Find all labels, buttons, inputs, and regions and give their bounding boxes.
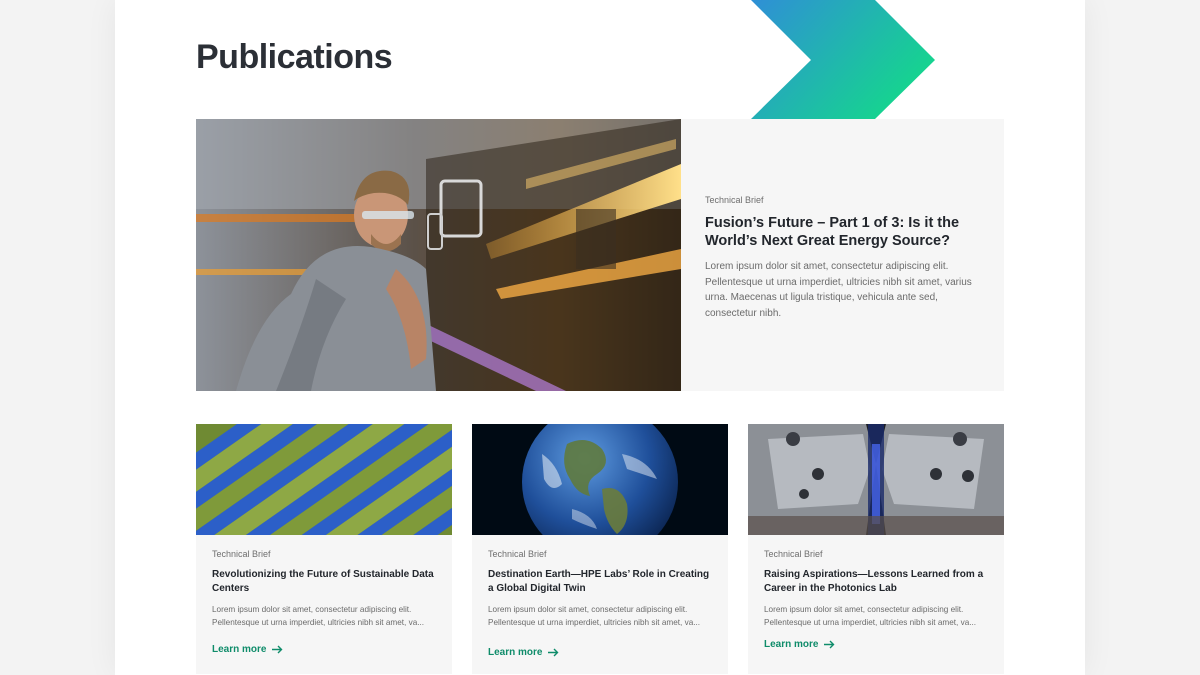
publication-card[interactable]: Technical Brief Raising Aspirations—Less… (748, 424, 1004, 674)
learn-more-label: Learn more (212, 644, 267, 655)
earth-globe-photo (472, 424, 728, 535)
publication-cards: Technical Brief Revolutionizing the Futu… (196, 424, 1004, 674)
card-description: Lorem ipsum dolor sit amet, consectetur … (764, 604, 988, 629)
publication-card[interactable]: Technical Brief Revolutionizing the Futu… (196, 424, 452, 674)
learn-more-label: Learn more (764, 639, 819, 650)
card-image-earth[interactable] (472, 424, 728, 535)
card-desc-line-1: Lorem ipsum dolor sit amet, consectetur … (764, 605, 964, 614)
card-image-solar[interactable] (196, 424, 452, 535)
solar-panels-photo (196, 424, 452, 535)
card-eyebrow: Technical Brief (764, 549, 823, 559)
card-title[interactable]: Destination Earth—HPE Labs’ Role in Crea… (488, 568, 712, 595)
arrow-right-icon (548, 648, 559, 657)
photonics-lab-photo (748, 424, 1004, 535)
featured-body: Technical Brief Fusion’s Future – Part 1… (681, 119, 1004, 391)
arrow-right-icon (272, 645, 283, 654)
learn-more-link[interactable]: Learn more (764, 639, 835, 650)
featured-title[interactable]: Fusion’s Future – Part 1 of 3: Is it the… (705, 214, 980, 250)
card-eyebrow: Technical Brief (488, 549, 547, 559)
card-desc-line-2: Pellentesque ut urna imperdiet, ultricie… (488, 617, 701, 627)
page-container: Publications Technical Brief Fusion’s Fu… (115, 0, 1085, 675)
arrow-right-icon (824, 640, 835, 649)
card-desc-line-2: Pellentesque ut urna imperdiet, ultricie… (212, 617, 425, 627)
card-title[interactable]: Raising Aspirations—Lessons Learned from… (764, 568, 988, 595)
card-description: Lorem ipsum dolor sit amet, consectetur … (212, 604, 436, 629)
featured-eyebrow: Technical Brief (705, 195, 764, 205)
card-body: Technical Brief Revolutionizing the Futu… (196, 535, 452, 671)
featured-image[interactable] (196, 119, 681, 391)
lab-scientist-photo (196, 119, 681, 391)
learn-more-link[interactable]: Learn more (488, 647, 559, 658)
page-title: Publications (196, 38, 393, 76)
card-desc-line-1: Lorem ipsum dolor sit amet, consectetur … (488, 605, 688, 614)
card-title[interactable]: Revolutionizing the Future of Sustainabl… (212, 568, 436, 595)
learn-more-label: Learn more (488, 647, 543, 658)
card-eyebrow: Technical Brief (212, 549, 271, 559)
featured-description: Lorem ipsum dolor sit amet, consectetur … (705, 261, 972, 319)
card-image-photonics[interactable] (748, 424, 1004, 535)
card-description: Lorem ipsum dolor sit amet, consectetur … (488, 604, 712, 629)
card-desc-line-2: Pellentesque ut urna imperdiet, ultricie… (764, 617, 977, 627)
card-body: Technical Brief Destination Earth—HPE La… (472, 535, 728, 674)
card-body: Technical Brief Raising Aspirations—Less… (748, 535, 1004, 666)
chevron-decor-icon (751, 0, 935, 119)
learn-more-link[interactable]: Learn more (212, 644, 283, 655)
card-desc-line-1: Lorem ipsum dolor sit amet, consectetur … (212, 605, 412, 614)
publication-card[interactable]: Technical Brief Destination Earth—HPE La… (472, 424, 728, 674)
featured-publication[interactable]: Technical Brief Fusion’s Future – Part 1… (196, 119, 1004, 391)
